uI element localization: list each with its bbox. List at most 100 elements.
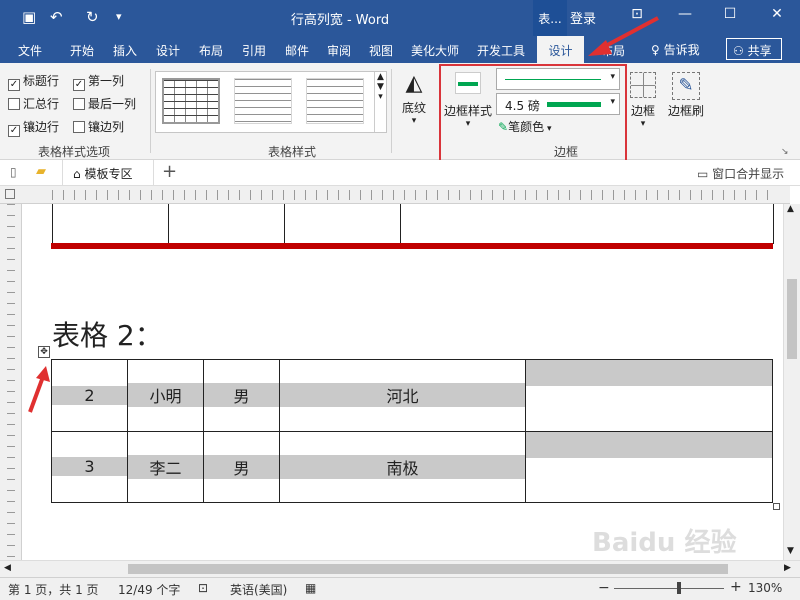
border-styles-button[interactable]: 边框样式 ▾ (444, 69, 492, 129)
table-cell[interactable] (525, 430, 773, 503)
horizontal-scrollbar[interactable]: ◀ ▶ (0, 560, 800, 577)
vertical-ruler[interactable] (0, 204, 22, 560)
chevron-down-icon: ▾ (465, 119, 471, 129)
table-cell[interactable]: 男 (203, 359, 280, 432)
tab-home[interactable]: 开始 (70, 42, 94, 59)
customize-icon[interactable]: ▾ (116, 8, 122, 26)
save-icon[interactable]: ▣ (22, 8, 36, 26)
language[interactable]: 英语(美国) (230, 581, 287, 598)
add-tab-icon[interactable]: + (162, 161, 177, 182)
hscroll-thumb[interactable] (128, 564, 728, 574)
page-count[interactable]: 第 1 页，共 1 页 (8, 581, 99, 598)
table-style-grid[interactable] (162, 78, 220, 124)
move-table-handle-icon[interactable]: ✥ (38, 346, 50, 358)
borders-button[interactable]: 边框 ▾ (627, 69, 659, 129)
redo-icon[interactable]: ↻ (86, 8, 99, 26)
zoom-level[interactable]: 130% (748, 581, 782, 595)
maximize-icon[interactable]: ☐ (715, 6, 745, 22)
tab-file[interactable]: 文件 (18, 42, 42, 59)
chevron-down-icon: ▾ (610, 97, 615, 107)
table-style-options-label: 表格样式选项 (38, 145, 111, 159)
table-cell[interactable]: 河北 (279, 359, 526, 432)
scroll-right-icon[interactable]: ▶ (784, 563, 791, 573)
vertical-scrollbar[interactable]: ▲ ▼ (783, 204, 800, 560)
table-cell[interactable]: 南极 (279, 430, 526, 503)
scroll-up-icon[interactable]: ▲ (787, 204, 794, 214)
tab-review[interactable]: 审阅 (327, 42, 351, 59)
zoom-out-icon[interactable]: − (598, 581, 610, 595)
home-icon: ⌂ (73, 167, 85, 181)
status-bar: 第 1 页，共 1 页 12/49 个字 ⊡ 英语(美国) ▦ − + 130% (0, 577, 800, 600)
scroll-thumb[interactable] (787, 279, 797, 359)
person-icon: ⚇ (733, 44, 748, 58)
border-painter-button[interactable]: ✎ 边框刷 (666, 69, 706, 119)
tab-design[interactable]: 设计 (156, 42, 180, 59)
table-cell[interactable]: 李二 (127, 430, 204, 503)
line-style-dropdown[interactable]: ▾ (496, 68, 620, 90)
header-row-checkbox[interactable]: ✓ 标题行 (8, 72, 59, 91)
check-icon: ✓ (8, 125, 20, 137)
border-style-swatch-icon (455, 72, 481, 94)
line-weight-dropdown[interactable]: 4.5 磅 ▾ (496, 93, 620, 115)
tab-beautify[interactable]: 美化大师 (411, 42, 459, 59)
red-border-line (51, 243, 773, 249)
template-tab[interactable]: ⌂ 模板专区 (62, 160, 154, 186)
minimize-icon[interactable]: — (670, 6, 700, 22)
undo-icon[interactable]: ↶ (50, 8, 63, 26)
zoom-in-icon[interactable]: + (730, 580, 742, 594)
macro-icon[interactable]: ▦ (305, 581, 316, 595)
table-cell[interactable]: 男 (203, 430, 280, 503)
close-icon[interactable]: ✕ (762, 6, 792, 22)
share-button[interactable]: ⚇ 共享 (726, 38, 782, 60)
window-merge-button[interactable]: ▭ 窗口合并显示 (697, 165, 784, 182)
zoom-slider-thumb[interactable] (677, 582, 681, 594)
tab-developer[interactable]: 开发工具 (477, 42, 525, 59)
banded-columns-checkbox[interactable]: 镶边列 (73, 118, 124, 135)
tab-insert[interactable]: 插入 (113, 42, 137, 59)
table-styles-gallery: ▲ ▼ ▾ (155, 71, 387, 133)
table-heading: 表格 2： (52, 319, 163, 352)
table-cell[interactable] (525, 359, 773, 432)
chevron-down-icon: ▾ (544, 124, 552, 134)
document-page[interactable]: 表格 2： ✥ 2 小明 男 河北 3 李二 男 南极 Baidu 经验 (22, 204, 783, 560)
table-styles-label: 表格样式 (268, 145, 317, 159)
first-column-checkbox[interactable]: ✓ 第一列 (73, 72, 124, 91)
document-icon[interactable]: ▯ (10, 165, 17, 179)
scroll-down-icon[interactable]: ▼ (787, 546, 794, 556)
borders-grid-icon (630, 72, 656, 98)
gallery-scrollbar[interactable]: ▲ ▼ ▾ (374, 72, 386, 132)
table-cell[interactable]: 3 (51, 430, 128, 503)
shading-button[interactable]: ◭ 底纹 ▾ (396, 69, 432, 126)
total-row-checkbox[interactable]: 汇总行 (8, 95, 59, 112)
tab-selector-icon[interactable] (5, 189, 15, 199)
zoom-slider[interactable] (614, 588, 724, 589)
tab-table-design[interactable]: 设计 (537, 36, 584, 63)
table-cell[interactable]: 2 (51, 359, 128, 432)
tab-references[interactable]: 引用 (242, 42, 266, 59)
window-icon: ▭ (697, 167, 713, 181)
chevron-down-icon: ▾ (640, 119, 646, 129)
context-tab-title: 表... (533, 0, 567, 36)
last-column-checkbox[interactable]: 最后一列 (73, 95, 136, 112)
tab-mailings[interactable]: 邮件 (285, 42, 309, 59)
paint-bucket-icon: ◭ (405, 71, 423, 96)
word-count[interactable]: 12/49 个字 (118, 581, 180, 598)
table-1[interactable] (52, 204, 774, 244)
pen-color-button[interactable]: ✎笔颜色 ▾ (498, 118, 551, 135)
table-2[interactable]: 2 小明 男 河北 3 李二 男 南极 (51, 359, 773, 503)
table-style-light[interactable] (306, 78, 364, 124)
folder-icon[interactable]: ▰ (36, 164, 46, 179)
scroll-left-icon[interactable]: ◀ (4, 563, 11, 573)
table-cell[interactable]: 小明 (127, 359, 204, 432)
dialog-launcher-icon[interactable]: ↘ (781, 147, 789, 157)
tab-layout[interactable]: 布局 (199, 42, 223, 59)
resize-table-handle[interactable] (773, 503, 780, 510)
table-style-plain[interactable] (234, 78, 292, 124)
red-arrow-annotation (28, 366, 50, 413)
borders-group-label: 边框 (554, 145, 579, 159)
horizontal-ruler[interactable] (0, 186, 790, 204)
proofing-icon[interactable]: ⊡ (198, 581, 208, 595)
ribbon: ✓ 标题行 汇总行 ✓ 镶边行 ✓ 第一列 最后一列 镶边列 表格样式选项 ▲ ▼ ▾ 表… (0, 63, 800, 168)
tab-view[interactable]: 视图 (369, 42, 393, 59)
banded-rows-checkbox[interactable]: ✓ 镶边行 (8, 118, 59, 137)
